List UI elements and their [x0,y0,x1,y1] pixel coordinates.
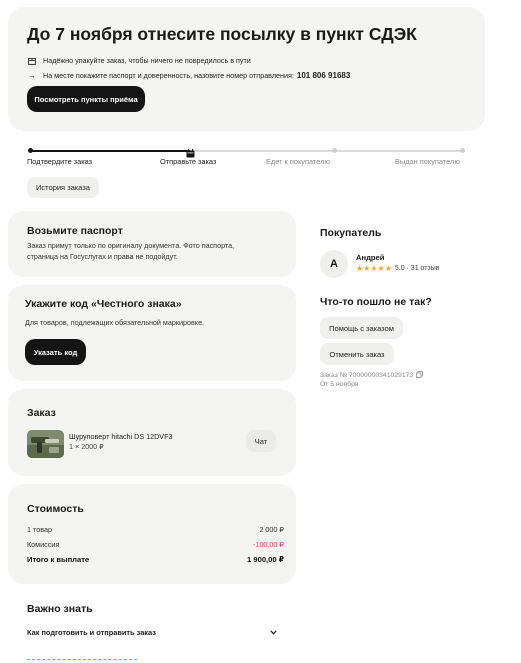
buyer-rating[interactable]: ★★★★★ 5.0 · 31 отзыв [356,264,439,273]
cost-row-label: Комиссия [27,540,60,549]
view-pickup-points-button[interactable]: Посмотреть пункты приёма [27,86,145,112]
arrow-right-icon: → [28,71,36,80]
progress-pending-line [190,150,464,152]
order-card: Заказ Шуруповерт hitachi DS 12DVF3 1 × 2… [8,389,296,476]
cost-row-value: 2 000 ₽ [259,525,284,534]
passport-title: Возьмите паспорт [27,225,123,237]
rating-text: 5.0 · 31 отзыв [394,265,440,272]
progress-dot-3 [332,148,337,153]
banner-title: До 7 ноября отнесите посылку в пункт СДЭ… [27,24,417,44]
honest-sign-card: Укажите код «Честного знака» Для товаров… [8,285,296,381]
order-number: Заказ № 70000000341029173 [320,372,414,379]
progress-done-line [30,150,190,152]
cost-row-commission: Комиссия -100,00 ₽ [27,540,284,549]
problem-title: Что-то пошло не так? [320,296,432,308]
faq-item-prepare[interactable]: Как подготовить и отправить заказ [27,628,277,637]
order-history-button[interactable]: История заказа [27,177,99,198]
cost-row-items: 1 товар 2 000 ₽ [27,525,284,534]
buyer-title: Покупатель [320,227,382,239]
shipping-banner: До 7 ноября отнесите посылку в пункт СДЭ… [8,7,485,131]
commission-value: -100,00 ₽ [253,540,284,549]
help-with-order-button[interactable]: Помощь с заказом [320,317,403,339]
progress-dot-1 [28,148,33,153]
pack-note-text: Надёжно упакуйте заказ, чтобы ничего не … [43,56,251,65]
pack-note: Надёжно упакуйте заказ, чтобы ничего не … [27,56,251,65]
cost-title: Стоимость [27,503,84,515]
product-qty-price: 1 × 2000 ₽ [69,442,104,451]
total-value: 1 900,00 ₽ [247,555,284,564]
faq-next-link[interactable] [27,659,137,662]
progress-dot-4 [460,148,465,153]
cost-card: Стоимость 1 товар 2 000 ₽ Комиссия -100,… [8,484,296,584]
chevron-down-icon [270,628,277,637]
box-icon [27,57,37,65]
total-label: Итого к выплате [27,555,90,564]
product-image[interactable] [27,430,64,458]
step-send: Отправьте заказ [160,157,217,166]
faq-item-label: Как подготовить и отправить заказ [27,628,156,637]
tracking-number: 101 806 91683 [296,71,351,80]
step-delivered: Выдан покупателю [395,157,460,166]
cancel-order-button[interactable]: Отменить заказ [320,343,394,365]
step-confirm: Подтвердите заказ [27,157,93,166]
copy-icon[interactable] [416,371,424,380]
passport-card: Возьмите паспорт Заказ примут только по … [8,211,296,277]
avatar[interactable]: А [320,250,348,278]
order-date: От 5 ноября [320,381,359,388]
cost-row-total: Итого к выплате 1 900,00 ₽ [27,555,284,564]
passport-text: Заказ примут только по оригиналу докумен… [27,241,235,261]
order-title: Заказ [27,407,56,419]
order-number-row: Заказ № 70000000341029173 [320,371,424,380]
cost-row-label: 1 товар [27,525,52,534]
passport-note: → На месте покажите паспорт и довереннос… [27,71,350,80]
step-in-transit: Едет к покупателю [266,157,330,166]
enter-code-button[interactable]: Указать код [25,339,86,365]
buyer-name[interactable]: Андрей [356,253,384,262]
honest-sign-title: Укажите код «Честного знака» [25,298,182,310]
star-rating-icon: ★★★★★ [356,264,392,273]
passport-note-text: На месте покажите паспорт и доверенность… [43,71,294,80]
important-title: Важно знать [27,603,93,615]
honest-sign-text: Для товаров, подлежащих обязательной мар… [25,318,205,327]
chat-button[interactable]: Чат [246,430,276,452]
